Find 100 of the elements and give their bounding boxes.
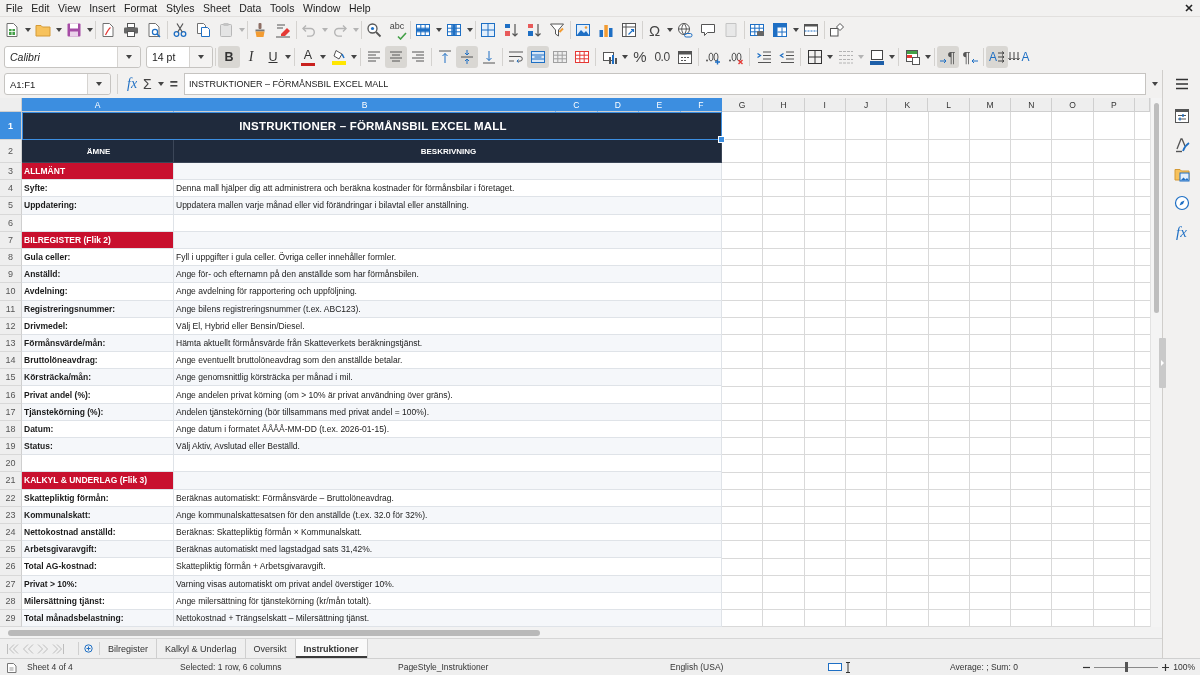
dropdown-caret-icon[interactable] — [351, 54, 357, 59]
column-header[interactable]: G — [722, 98, 764, 112]
row-header[interactable]: 21 — [0, 472, 22, 490]
insert-columns-icon[interactable] — [446, 22, 462, 38]
dropdown-button[interactable] — [189, 46, 212, 67]
menu-item[interactable]: Window — [298, 2, 345, 14]
bold-button[interactable]: B — [218, 45, 240, 68]
special-character-button[interactable]: Ω — [643, 19, 666, 41]
column-header[interactable]: M — [969, 98, 1012, 112]
compass-icon[interactable] — [1173, 195, 1190, 211]
pdf-document-icon[interactable] — [100, 22, 116, 38]
font-size-field[interactable]: 14 pt — [146, 45, 213, 68]
chart-icon[interactable] — [598, 22, 614, 38]
dropdown-caret-icon[interactable] — [126, 54, 132, 59]
font-color-button[interactable]: A — [301, 47, 315, 66]
row-header[interactable]: 25 — [0, 541, 22, 559]
dropdown-caret-icon[interactable] — [792, 28, 799, 32]
styles-brush-icon[interactable] — [1173, 137, 1190, 153]
formula-input[interactable]: INSTRUKTIONER – FÖRMÅNSBIL EXCEL MALL — [183, 73, 1146, 95]
function-wizard-button[interactable]: fx — [127, 76, 138, 92]
dropdown-caret-icon[interactable] — [827, 54, 833, 59]
arrow-icon[interactable] — [970, 57, 978, 64]
indent-increase-icon[interactable] — [755, 48, 772, 65]
spreadsheet-grid[interactable] — [0, 98, 1150, 628]
dropdown-caret-icon[interactable] — [622, 54, 628, 59]
page-style[interactable]: PageStyle_Instruktioner — [398, 662, 489, 672]
sheet-tab[interactable]: Instruktioner — [295, 639, 368, 658]
globe-link-icon[interactable] — [677, 22, 693, 38]
sum-button[interactable]: Σ — [143, 76, 152, 92]
row-header[interactable]: 3 — [0, 163, 22, 181]
scissors-icon[interactable] — [172, 22, 188, 38]
find-replace-icon[interactable] — [366, 22, 382, 38]
dropdown-button[interactable] — [87, 74, 110, 94]
dropdown-caret-icon[interactable] — [925, 54, 931, 59]
column-header[interactable]: O — [1052, 98, 1094, 112]
column-header[interactable]: P — [1093, 98, 1135, 112]
font-name-field[interactable]: Calibri — [4, 45, 141, 68]
filter-icon[interactable] — [549, 22, 565, 38]
column-header[interactable]: J — [845, 98, 888, 112]
border-color-icon[interactable] — [868, 48, 885, 65]
scrollbar-thumb[interactable] — [8, 629, 540, 636]
dropdown-button[interactable] — [117, 46, 140, 67]
insert-rows-icon[interactable] — [415, 22, 431, 38]
number-format-button[interactable]: 0.0 — [651, 45, 673, 68]
conditional-format-icon[interactable] — [904, 48, 921, 65]
calendar-icon[interactable] — [676, 48, 693, 65]
highlighter-icon[interactable] — [330, 48, 347, 65]
close-icon[interactable] — [1185, 4, 1193, 12]
row-header[interactable]: 5 — [0, 197, 22, 215]
column-header[interactable]: L — [928, 98, 970, 112]
dropdown-caret-icon[interactable] — [198, 54, 204, 59]
row-header[interactable]: 16 — [0, 386, 22, 404]
zoom-percent[interactable]: 100% — [1173, 662, 1195, 672]
arrows-icon[interactable] — [1008, 52, 1021, 61]
right-to-left-button[interactable]: ¶ — [959, 45, 981, 68]
menu-icon[interactable] — [1173, 76, 1190, 92]
dropdown-caret-icon[interactable] — [320, 54, 326, 59]
language[interactable]: English (USA) — [670, 662, 724, 672]
menu-item[interactable]: File — [1, 2, 27, 14]
scrollbar-thumb[interactable] — [1154, 103, 1159, 313]
eraser-icon[interactable] — [275, 22, 291, 38]
dropdown-caret-icon[interactable] — [55, 28, 62, 32]
menu-item[interactable]: Edit — [27, 2, 54, 14]
menu-item[interactable]: Sheet — [198, 2, 235, 14]
dropdown-caret-icon[interactable] — [285, 54, 291, 59]
menu-item[interactable]: Help — [344, 2, 375, 14]
menu-item[interactable]: Tools — [265, 2, 299, 14]
name-box[interactable]: A1:F1 — [4, 73, 111, 95]
sort-ascending-icon[interactable] — [503, 22, 519, 38]
formula-button[interactable]: = — [169, 76, 178, 92]
arrow-icon[interactable] — [940, 57, 948, 64]
column-header[interactable]: I — [804, 98, 846, 112]
dropdown-caret-icon[interactable] — [86, 28, 93, 32]
text-cursor-icon[interactable] — [845, 661, 851, 673]
copy-icon[interactable] — [195, 22, 211, 38]
dropdown-caret-icon[interactable] — [435, 28, 442, 32]
column-header[interactable]: H — [763, 98, 805, 112]
check-icon[interactable] — [396, 32, 407, 40]
freeze-panes-icon[interactable] — [772, 22, 788, 38]
slider-thumb[interactable] — [1124, 662, 1128, 672]
arrows-icon[interactable] — [998, 50, 1005, 63]
shapes-icon[interactable] — [829, 22, 845, 38]
column-header[interactable]: K — [887, 98, 929, 112]
selection-mode-icon[interactable] — [828, 662, 842, 672]
row-header[interactable]: 26 — [0, 558, 22, 576]
column-header[interactable]: N — [1011, 98, 1053, 112]
spelling-button[interactable]: abc — [385, 19, 409, 41]
row-header[interactable]: 9 — [0, 266, 22, 284]
sort-descending-icon[interactable] — [526, 22, 542, 38]
properties-icon[interactable] — [1173, 108, 1190, 124]
pivot-table-icon[interactable] — [621, 22, 637, 38]
sidebar-collapse-handle[interactable] — [1159, 338, 1166, 388]
dropdown-caret-icon[interactable] — [889, 54, 895, 59]
menu-item[interactable]: Insert — [84, 2, 120, 14]
borders-icon[interactable] — [806, 48, 823, 65]
menu-item[interactable]: Data — [234, 2, 266, 14]
row-header[interactable]: 15 — [0, 369, 22, 387]
row-header[interactable]: 20 — [0, 455, 22, 473]
fill-handle[interactable] — [718, 136, 725, 143]
vertical-scrollbar[interactable] — [1150, 98, 1162, 628]
